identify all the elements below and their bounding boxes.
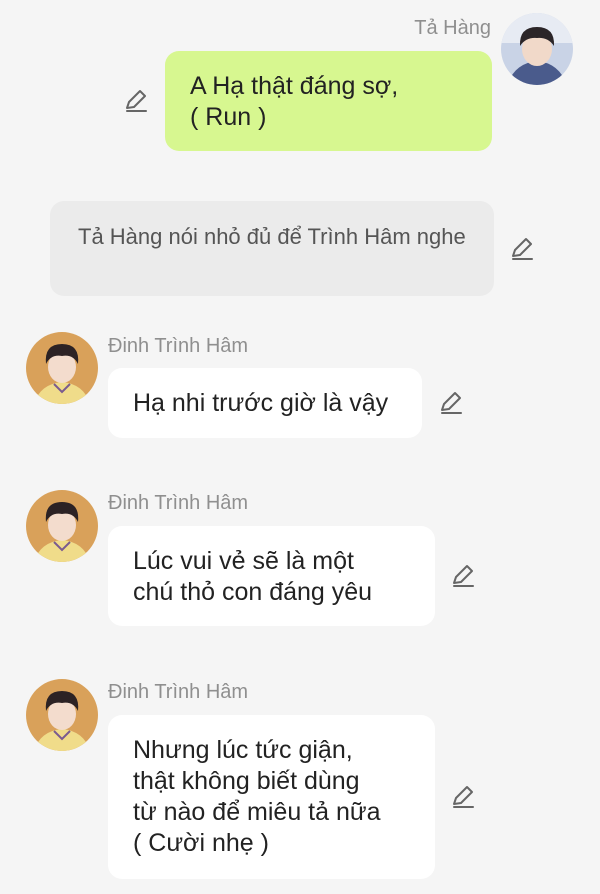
avatar[interactable] — [26, 679, 98, 751]
sender-name: Đinh Trình Hâm — [108, 492, 249, 514]
message-text: Nhưng lúc tức giận, thật không biết dùng… — [133, 736, 381, 857]
sender-name: Tả Hàng — [414, 17, 491, 39]
sender-name: Đinh Trình Hâm — [108, 335, 249, 357]
pencil-icon[interactable] — [438, 390, 464, 416]
pencil-icon[interactable] — [450, 784, 476, 810]
narration-bubble[interactable]: Tả Hàng nói nhỏ đủ để Trình Hâm nghe — [50, 201, 494, 296]
message-text: Lúc vui vẻ sẽ là một chú thỏ con đáng yê… — [133, 547, 373, 606]
pencil-icon[interactable] — [509, 236, 535, 262]
avatar[interactable] — [26, 490, 98, 562]
message-bubble[interactable]: Lúc vui vẻ sẽ là một chú thỏ con đáng yê… — [108, 526, 435, 626]
sender-name: Đinh Trình Hâm — [108, 681, 249, 703]
avatar[interactable] — [26, 332, 98, 404]
message-bubble[interactable]: A Hạ thật đáng sợ, ( Run ) — [165, 51, 492, 151]
message-text: A Hạ thật đáng sợ, ( Run ) — [190, 72, 399, 131]
pencil-icon[interactable] — [123, 88, 149, 114]
narration-text: Tả Hàng nói nhỏ đủ để Trình Hâm nghe — [78, 224, 466, 249]
message-bubble[interactable]: Hạ nhi trước giờ là vậy — [108, 368, 422, 438]
avatar[interactable] — [501, 13, 573, 85]
pencil-icon[interactable] — [450, 563, 476, 589]
message-text: Hạ nhi trước giờ là vậy — [133, 389, 389, 417]
message-bubble[interactable]: Nhưng lúc tức giận, thật không biết dùng… — [108, 715, 435, 879]
